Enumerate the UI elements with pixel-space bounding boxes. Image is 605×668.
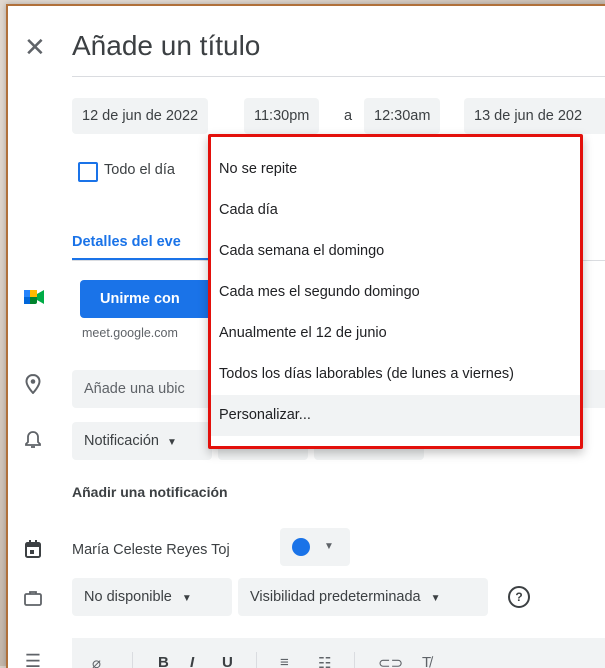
meet-link[interactable]: meet.google.com [82,326,178,340]
title-underline [72,76,605,77]
visibility-select[interactable]: Visibilidad predeterminada ▼ [238,578,488,616]
start-time-chip[interactable]: 11:30pm [244,98,320,134]
recurrence-option-no-repeat[interactable]: No se repite [211,149,580,190]
chevron-down-icon: ▼ [324,541,334,552]
availability-label: No disponible [84,589,172,605]
recurrence-option-yearly[interactable]: Anualmente el 12 de junio [211,313,580,354]
google-meet-icon [24,290,44,304]
recurrence-option-weekdays[interactable]: Todos los días laborables (de lunes a vi… [211,354,580,395]
availability-select[interactable]: No disponible ▼ [72,578,232,616]
help-circle-icon[interactable]: ? [508,586,530,608]
join-meet-button[interactable]: Unirme con [80,280,220,318]
bell-icon [22,430,44,454]
recurrence-option-weekly[interactable]: Cada semana el domingo [211,231,580,272]
all-day-checkbox[interactable] [78,162,98,182]
notification-label: Notificación [84,433,159,449]
title-input[interactable]: Añade un título [72,24,260,68]
chevron-down-icon: ▼ [166,437,177,448]
notification-type-select[interactable]: Notificación ▼ [72,422,212,460]
recurrence-option-custom[interactable]: Personalizar... [211,395,580,436]
briefcase-icon [22,590,44,610]
tab-event-details[interactable]: Detalles del eve [72,234,181,250]
start-date-chip[interactable]: 12 de jun de 2022 [72,98,209,134]
time-separator: a [344,108,353,124]
close-icon[interactable]: ✕ [24,32,46,62]
calendar-color-select[interactable]: ▼ [280,528,350,566]
recurrence-option-daily[interactable]: Cada día [211,190,580,231]
event-editor-panel: ✕ Añade un título 12 de jun de 2022 11:3… [6,4,605,668]
color-dot [292,538,310,556]
visibility-label: Visibilidad predeterminada [250,589,421,605]
calendar-icon [22,540,44,562]
description-icon: ☰ [24,651,42,668]
description-toolbar [72,638,605,668]
all-day-label[interactable]: Todo el día [104,152,175,188]
chevron-down-icon: ▼ [181,593,192,604]
chevron-down-icon: ▼ [430,593,441,604]
end-time-chip[interactable]: 12:30am [364,98,441,134]
end-date-chip[interactable]: 13 de jun de 202 [464,98,605,134]
recurrence-menu: No se repite Cada día Cada semana el dom… [208,134,583,449]
add-notification-link[interactable]: Añadir una notificación [72,474,228,510]
recurrence-option-monthly[interactable]: Cada mes el segundo domingo [211,272,580,313]
calendar-owner: María Celeste Reyes Toj [72,542,230,558]
location-pin-icon [22,373,44,398]
